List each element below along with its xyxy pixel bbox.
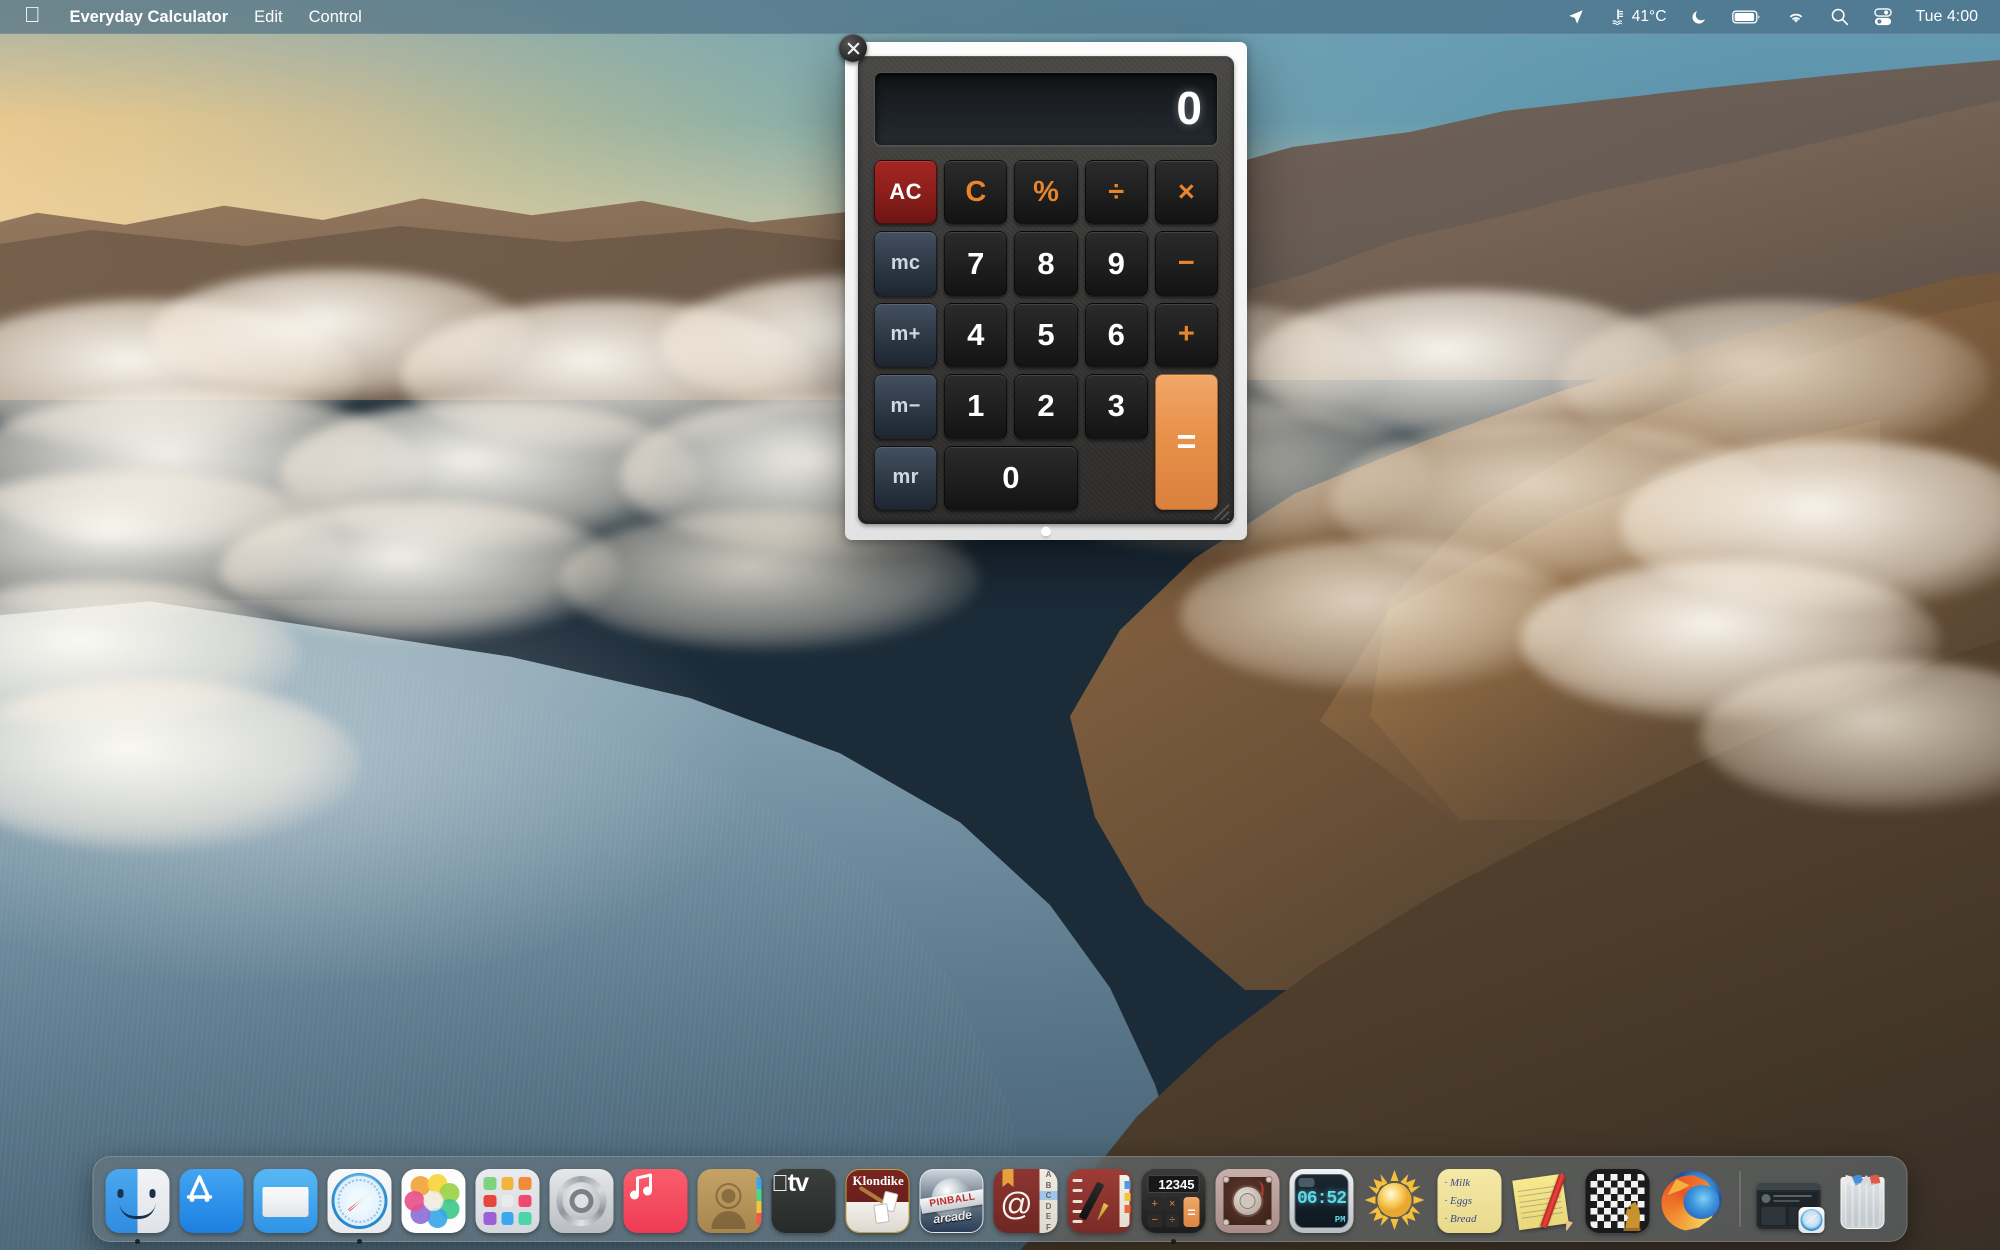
dock-item-minimized-safari-window[interactable] xyxy=(1755,1165,1823,1233)
dock-item-finder[interactable] xyxy=(104,1165,172,1233)
dock-item-pinball-arcade[interactable]: PINBALL arcade xyxy=(918,1165,986,1233)
memory-clear-key[interactable]: mc xyxy=(874,231,937,295)
dock-item-apple-tv[interactable]: tv xyxy=(770,1165,838,1233)
battery-icon[interactable] xyxy=(1720,6,1774,28)
dock-item-safari[interactable] xyxy=(326,1165,394,1233)
ab-letter: E xyxy=(1046,1212,1051,1221)
address-book-at-symbol: @ xyxy=(998,1185,1036,1223)
ab-letter: C xyxy=(1040,1191,1058,1200)
dock-item-journal[interactable] xyxy=(1066,1165,1134,1233)
dock-clock-meridiem: PM xyxy=(1335,1215,1346,1225)
add-key[interactable]: + xyxy=(1155,303,1218,367)
close-x-icon[interactable] xyxy=(839,34,867,62)
dock-clock-time: 06:52 xyxy=(1290,1189,1354,1209)
dock-item-calculator[interactable]: 12345 + × − ÷ = xyxy=(1140,1165,1208,1233)
decimal-point-key[interactable]: • xyxy=(1044,530,1049,535)
dock-item-chess[interactable] xyxy=(1584,1165,1652,1233)
digit-1-key[interactable]: 1 xyxy=(944,374,1007,438)
dock-item-photos[interactable] xyxy=(400,1165,468,1233)
dock-item-notes[interactable] xyxy=(1510,1165,1578,1233)
percent-key[interactable]: % xyxy=(1014,160,1077,224)
dock-item-music[interactable] xyxy=(622,1165,690,1233)
thermometer-icon xyxy=(1609,8,1627,26)
calculator-body: 0 AC C % ÷ × mc 7 8 9 − m+ 4 5 6 + m− 1 … xyxy=(858,56,1234,524)
dock-calc-key: ÷ xyxy=(1165,1214,1180,1228)
memory-subtract-key[interactable]: m− xyxy=(874,374,937,438)
search-icon[interactable] xyxy=(1818,5,1861,28)
temperature-label: 41°C xyxy=(1632,8,1667,26)
digit-0-key[interactable]: 0 xyxy=(944,446,1077,510)
digit-4-key[interactable]: 4 xyxy=(944,303,1007,367)
dock-item-mail[interactable] xyxy=(252,1165,320,1233)
dock-item-dial-timer[interactable] xyxy=(1214,1165,1282,1233)
divide-key[interactable]: ÷ xyxy=(1085,160,1148,224)
ab-letter: F xyxy=(1046,1223,1051,1232)
apple-menu-icon[interactable]:  xyxy=(14,5,57,28)
dock-item-contacts[interactable] xyxy=(696,1165,764,1233)
equals-key[interactable]: = xyxy=(1155,374,1218,510)
running-indicator xyxy=(1171,1239,1176,1244)
status-temperature[interactable]: 41°C xyxy=(1597,6,1679,28)
menu-bar:  Everyday Calculator Edit Control 41°C xyxy=(0,0,2000,34)
wifi-icon[interactable] xyxy=(1774,6,1818,28)
dock-calculator-display: 12345 xyxy=(1148,1175,1200,1193)
dock-item-weather[interactable] xyxy=(1362,1165,1430,1233)
digit-9-key[interactable]: 9 xyxy=(1085,231,1148,295)
calculator-window[interactable]: 0 AC C % ÷ × mc 7 8 9 − m+ 4 5 6 + m− 1 … xyxy=(845,42,1247,540)
multiply-key[interactable]: × xyxy=(1155,160,1218,224)
menu-item-app-name[interactable]: Everyday Calculator xyxy=(57,4,242,30)
moon-icon[interactable] xyxy=(1678,6,1720,28)
digit-6-key[interactable]: 6 xyxy=(1085,303,1148,367)
dock-item-system-preferences[interactable] xyxy=(548,1165,616,1233)
dock-item-klondike[interactable]: Klondike xyxy=(844,1165,912,1233)
stickies-line: · Bread xyxy=(1445,1213,1477,1225)
dock-item-launchpad[interactable] xyxy=(474,1165,542,1233)
dock-calc-key: − xyxy=(1148,1214,1163,1228)
dock-item-address-book[interactable]: A B C D E F @ xyxy=(992,1165,1060,1233)
memory-recall-key[interactable]: mr xyxy=(874,446,937,510)
digit-5-key[interactable]: 5 xyxy=(1014,303,1077,367)
menu-item-edit[interactable]: Edit xyxy=(241,4,295,30)
wallpaper-cloud xyxy=(220,500,620,640)
dock-calc-equals: = xyxy=(1184,1197,1200,1227)
dock-item-app-store[interactable] xyxy=(178,1165,246,1233)
dock: tv Klondike PINBALL arcade A B C xyxy=(93,1156,1908,1242)
digit-3-key[interactable]: 3 xyxy=(1085,374,1148,438)
dock-item-firefox[interactable] xyxy=(1658,1165,1726,1233)
all-clear-key[interactable]: AC xyxy=(874,160,937,224)
ab-letter: D xyxy=(1046,1202,1052,1211)
stickies-line: · Milk xyxy=(1445,1177,1471,1189)
minimized-app-badge-safari xyxy=(1799,1207,1825,1233)
dock-calc-key: + xyxy=(1148,1197,1163,1211)
ab-letter: A xyxy=(1046,1170,1052,1179)
menu-bar-clock[interactable]: Tue 4:00 xyxy=(1905,8,1982,26)
running-indicator xyxy=(135,1239,140,1244)
calculator-keypad: AC C % ÷ × mc 7 8 9 − m+ 4 5 6 + m− 1 2 … xyxy=(874,160,1218,510)
menu-item-control[interactable]: Control xyxy=(296,4,375,30)
digit-7-key[interactable]: 7 xyxy=(944,231,1007,295)
calculator-display-value: 0 xyxy=(1176,81,1201,135)
stickies-line: · Eggs xyxy=(1445,1195,1473,1207)
dock-item-stickies[interactable]: · Milk · Eggs · Bread xyxy=(1436,1165,1504,1233)
dock-item-clock[interactable]: 06:52 PM xyxy=(1288,1165,1356,1233)
clear-key[interactable]: C xyxy=(944,160,1007,224)
ab-letter: B xyxy=(1046,1181,1052,1190)
control-center-icon[interactable] xyxy=(1861,6,1905,28)
location-arrow-icon[interactable] xyxy=(1555,6,1597,28)
dock-divider xyxy=(1740,1171,1741,1227)
digit-2-key[interactable]: 2 xyxy=(1014,374,1077,438)
dock-calc-key: × xyxy=(1165,1197,1180,1211)
memory-add-key[interactable]: m+ xyxy=(874,303,937,367)
running-indicator xyxy=(357,1239,362,1244)
subtract-key[interactable]: − xyxy=(1155,231,1218,295)
wallpaper-cloud xyxy=(1180,540,1580,690)
digit-8-key[interactable]: 8 xyxy=(1014,231,1077,295)
calculator-display: 0 xyxy=(874,72,1218,146)
dock-item-trash[interactable] xyxy=(1829,1165,1897,1233)
